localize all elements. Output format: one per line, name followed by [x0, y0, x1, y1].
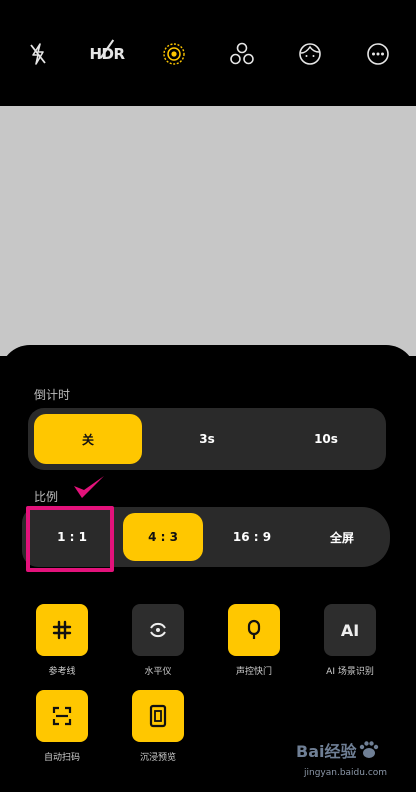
watermark-url: jingyan.baidu.com	[304, 768, 388, 778]
timer-option-3s[interactable]: 3s	[153, 414, 261, 464]
tool-label-ai-scene: AI 场景识别	[326, 667, 374, 677]
timer-option-off[interactable]: 关	[34, 414, 142, 464]
voice-shutter-icon[interactable]	[228, 604, 280, 656]
level-icon[interactable]	[132, 604, 184, 656]
more-icon[interactable]	[364, 40, 392, 68]
beauty-face-icon[interactable]	[296, 40, 324, 68]
timer-option-10s[interactable]: 10s	[272, 414, 380, 464]
baidu-jingyan-watermark: Bai经验 jingyan.baidu.com	[296, 738, 410, 790]
camera-viewfinder[interactable]	[0, 106, 416, 356]
tool-label-voice-shutter: 声控快门	[235, 667, 272, 677]
ratio-option-fullscreen[interactable]: 全屏	[302, 513, 382, 561]
watermark-brand-text: Bai经验	[296, 742, 357, 761]
filter-icon[interactable]	[228, 40, 256, 68]
immersive-preview-icon[interactable]	[132, 690, 184, 742]
timer-section-label: 倒计时	[34, 388, 71, 402]
tool-label-level: 水平仪	[144, 667, 172, 677]
annotation-arrow-icon	[74, 476, 104, 498]
ai-scene-icon[interactable]: AI	[324, 604, 376, 656]
camera-top-bar: HDR	[0, 0, 416, 106]
live-photo-icon[interactable]	[160, 40, 188, 68]
flash-off-icon[interactable]	[24, 40, 52, 68]
ratio-option-4-3[interactable]: 4 : 3	[123, 513, 203, 561]
grid-hash-icon[interactable]	[36, 604, 88, 656]
annotation-highlight-box	[26, 506, 114, 572]
tool-label-grid: 参考线	[48, 667, 76, 677]
tool-label-scan-code: 自动扫码	[43, 753, 80, 763]
ratio-section-label: 比例	[34, 490, 59, 504]
paw-icon	[360, 741, 379, 758]
ai-icon-text: AI	[340, 620, 360, 640]
tool-label-immersive: 沉浸预览	[139, 753, 176, 763]
watermark-brand: Bai经验	[296, 738, 380, 762]
scan-code-icon[interactable]	[36, 690, 88, 742]
ratio-option-16-9[interactable]: 16 : 9	[208, 513, 296, 561]
timer-segmented-control: 关 3s 10s	[28, 408, 386, 470]
hdr-off-icon[interactable]: HDR	[89, 39, 125, 68]
